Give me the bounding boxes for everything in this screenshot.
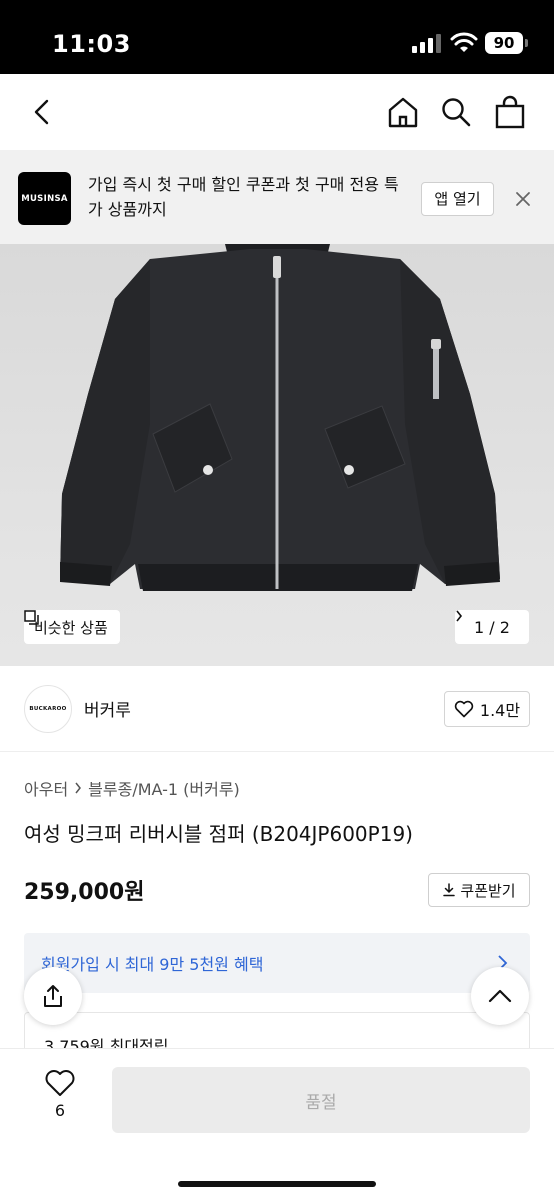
wishlist-button[interactable]: 6	[38, 1069, 82, 1129]
brand-row: BUCKAROO 버커루 1.4만	[0, 666, 554, 752]
close-icon[interactable]	[512, 188, 534, 210]
product-image-gallery[interactable]: 비슷한 상품 1 / 2	[0, 244, 554, 666]
wifi-icon	[450, 32, 478, 52]
top-nav-bar	[0, 74, 554, 150]
battery-cap	[525, 39, 528, 47]
cellular-signal-icon	[412, 34, 441, 53]
scroll-to-top-button[interactable]	[471, 967, 529, 1025]
chevron-right-icon	[456, 610, 463, 622]
heart-icon	[45, 1070, 75, 1096]
similar-products-button[interactable]: 비슷한 상품	[24, 610, 120, 644]
search-icon[interactable]	[438, 94, 474, 130]
heart-icon	[454, 700, 474, 718]
breadcrumb: 아우터 블루종/MA-1 (버커루)	[24, 776, 240, 800]
share-button[interactable]	[24, 967, 82, 1025]
brand-like-button[interactable]: 1.4만	[444, 691, 530, 727]
open-app-button[interactable]: 앱 열기	[421, 182, 494, 216]
page-indicator: 1 / 2	[474, 617, 510, 637]
coupon-download-button[interactable]: 쿠폰받기	[428, 873, 530, 907]
bottom-action-bar: 6 품절	[0, 1048, 554, 1200]
similar-products-label: 비슷한 상품	[34, 618, 108, 637]
brand-logo[interactable]: BUCKAROO	[24, 685, 72, 733]
chevron-up-icon	[488, 989, 512, 1003]
chevron-right-icon	[75, 782, 82, 794]
back-icon[interactable]	[24, 94, 60, 130]
status-bar: 11:03 90	[0, 0, 554, 74]
sold-out-button[interactable]: 품절	[112, 1067, 530, 1133]
coupon-label: 쿠폰받기	[460, 881, 516, 900]
copy-icon	[24, 610, 39, 625]
battery-indicator: 90	[485, 32, 523, 54]
image-pager[interactable]: 1 / 2	[455, 610, 529, 644]
signup-benefit-banner[interactable]: 회원가입 시 최대 9만 5천원 혜택	[24, 933, 530, 993]
share-icon	[44, 985, 62, 1007]
home-indicator	[178, 1181, 376, 1187]
product-title: 여성 밍크퍼 리버시블 점퍼 (B204JP600P19)	[24, 822, 413, 846]
download-icon	[443, 883, 456, 897]
breadcrumb-item[interactable]: 아우터	[24, 776, 68, 800]
brand-like-count: 1.4만	[479, 701, 521, 720]
wishlist-count: 6	[54, 1101, 66, 1120]
product-price: 259,000원	[24, 880, 145, 905]
breadcrumb-item[interactable]: 블루종/MA-1 (버커루)	[88, 776, 240, 800]
product-photo-jacket	[60, 244, 500, 591]
musinsa-logo: MUSINSA	[18, 172, 71, 225]
benefit-text: 회원가입 시 최대 9만 5천원 혜택	[41, 955, 264, 974]
status-time: 11:03	[52, 30, 131, 58]
shopping-bag-icon[interactable]	[492, 94, 528, 130]
banner-message: 가입 즉시 첫 구매 할인 쿠폰과 첫 구매 전용 특가 상품까지	[88, 175, 399, 219]
brand-name[interactable]: 버커루	[84, 696, 131, 721]
home-icon[interactable]	[385, 94, 421, 130]
app-install-banner: MUSINSA 가입 즉시 첫 구매 할인 쿠폰과 첫 구매 전용 특가 상품까…	[0, 150, 554, 244]
